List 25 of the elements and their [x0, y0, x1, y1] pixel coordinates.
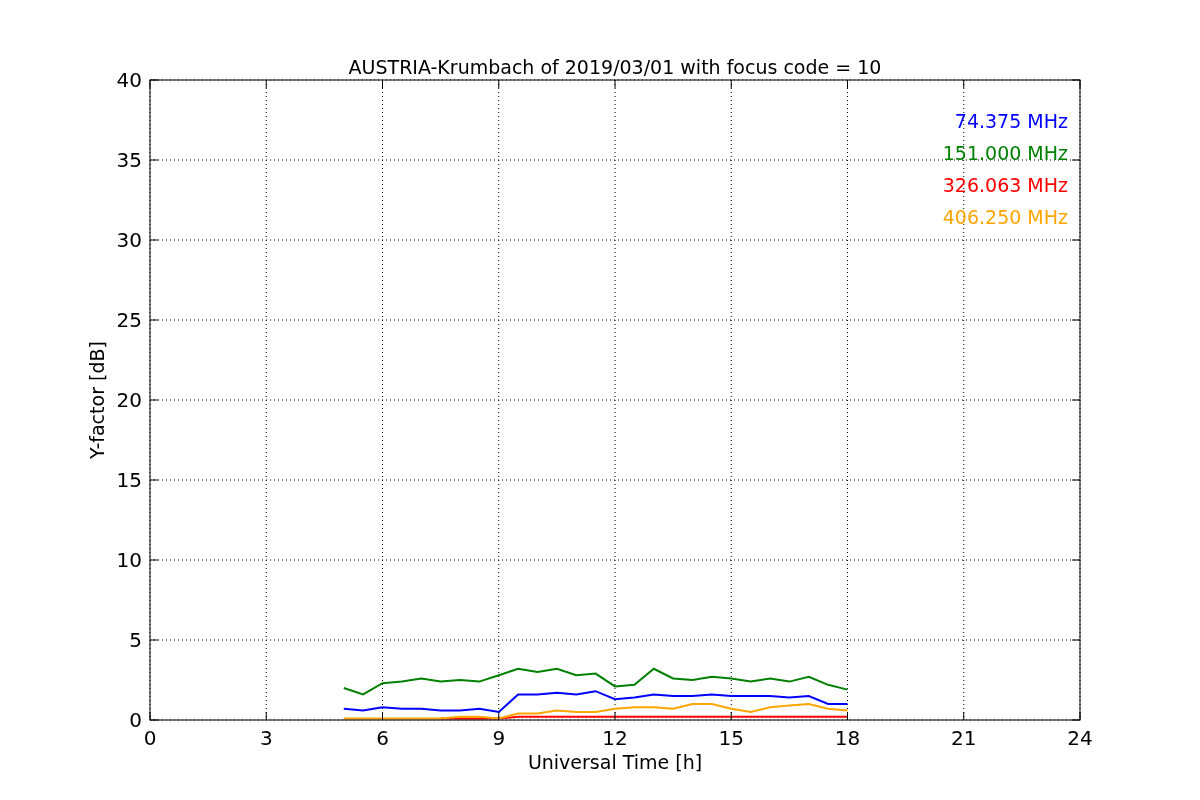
- x-tick-label: 3: [259, 726, 273, 750]
- x-tick-label: 6: [376, 726, 389, 750]
- y-tick-label: 20: [116, 388, 142, 412]
- chart-title: AUSTRIA-Krumbach of 2019/03/01 with focus code = 10: [348, 56, 882, 78]
- y-tick-label: 5: [129, 628, 142, 652]
- x-tick-label: 24: [1067, 726, 1093, 750]
- x-tick-label: 12: [602, 726, 628, 750]
- x-tick-label: 15: [718, 726, 744, 750]
- y-tick-label: 30: [116, 228, 142, 252]
- y-tick-label: 10: [116, 548, 142, 572]
- y-tick-label: 0: [129, 708, 142, 732]
- legend-label: 326.063 MHz: [942, 174, 1068, 196]
- legend-label: 406.250 MHz: [942, 206, 1068, 228]
- legend-label: 74.375 MHz: [954, 110, 1068, 132]
- y-tick-label: 35: [116, 148, 142, 172]
- y-tick-label: 25: [116, 308, 142, 332]
- y-tick-label: 40: [116, 68, 142, 92]
- x-axis-label: Universal Time [h]: [527, 751, 703, 773]
- legend-label: 151.000 MHz: [942, 142, 1068, 164]
- y-tick-label: 15: [116, 468, 142, 492]
- y-axis-label: Y-factor [dB]: [86, 341, 108, 459]
- x-tick-label: 0: [143, 726, 157, 750]
- x-tick-label: 21: [951, 726, 977, 750]
- x-tick-label: 9: [492, 726, 506, 750]
- x-tick-label: 18: [834, 726, 861, 750]
